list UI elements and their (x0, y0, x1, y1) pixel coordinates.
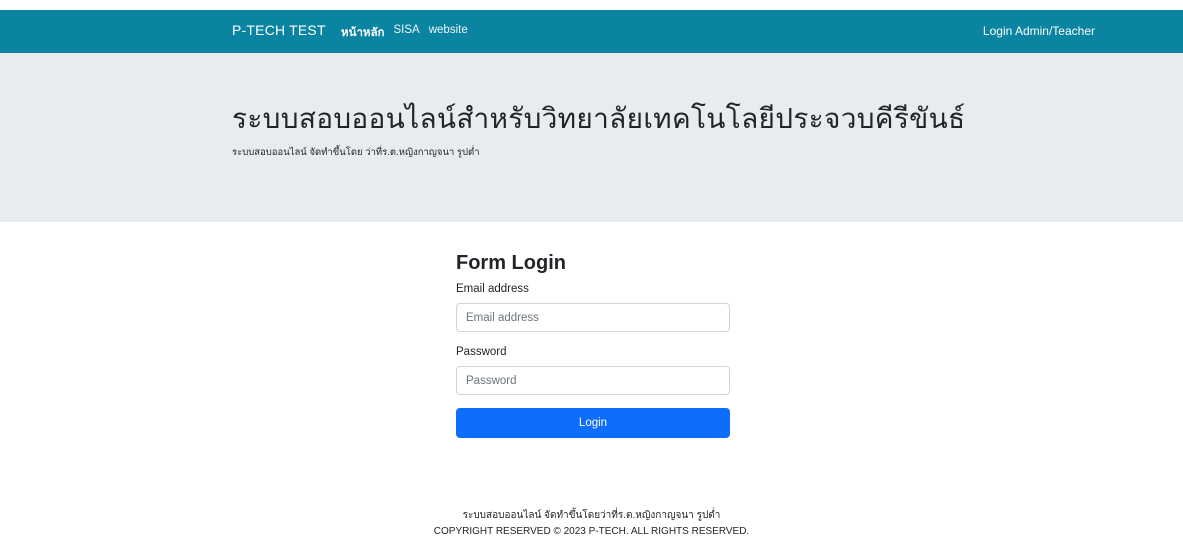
nav-link-home[interactable]: หน้าหลัก (341, 24, 385, 42)
email-label: Email address (456, 283, 529, 295)
nav-link-website[interactable]: website (429, 24, 468, 42)
password-input[interactable] (456, 366, 730, 395)
password-label: Password (456, 346, 507, 358)
page: P-TECH TEST หน้าหลัก SISA website Login … (0, 0, 1183, 542)
footer-copyright: COPYRIGHT RESERVED © 2023 P-TECH. ALL RI… (433, 526, 750, 537)
login-form: Form Login Email address Password Login (456, 250, 730, 438)
form-title: Form Login (456, 252, 566, 274)
footer: ระบบสอบออนไลน์ จัดทำขึ้นโดยว่าที่ร.ต.หญิ… (0, 508, 1183, 539)
brand-link[interactable]: P-TECH TEST (232, 22, 326, 38)
email-input[interactable] (456, 303, 730, 332)
top-navbar: P-TECH TEST หน้าหลัก SISA website Login … (0, 10, 1183, 53)
page-title: ระบบสอบออนไลน์สำหรับวิทยาลัยเทคโนโลยีประ… (232, 103, 966, 134)
nav-link-sisa[interactable]: SISA (394, 24, 420, 42)
header-banner: ระบบสอบออนไลน์สำหรับวิทยาลัยเทคโนโลยีประ… (0, 53, 1183, 222)
page-subtitle: ระบบสอบออนไลน์ จัดทำขึ้นโดย ว่าที่ร.ต.หญ… (232, 147, 480, 158)
footer-credit: ระบบสอบออนไลน์ จัดทำขึ้นโดยว่าที่ร.ต.หญิ… (462, 510, 721, 521)
nav-links: หน้าหลัก SISA website (341, 24, 468, 42)
login-button[interactable]: Login (456, 408, 730, 438)
admin-teacher-login-link[interactable]: Login Admin/Teacher (983, 24, 1095, 38)
